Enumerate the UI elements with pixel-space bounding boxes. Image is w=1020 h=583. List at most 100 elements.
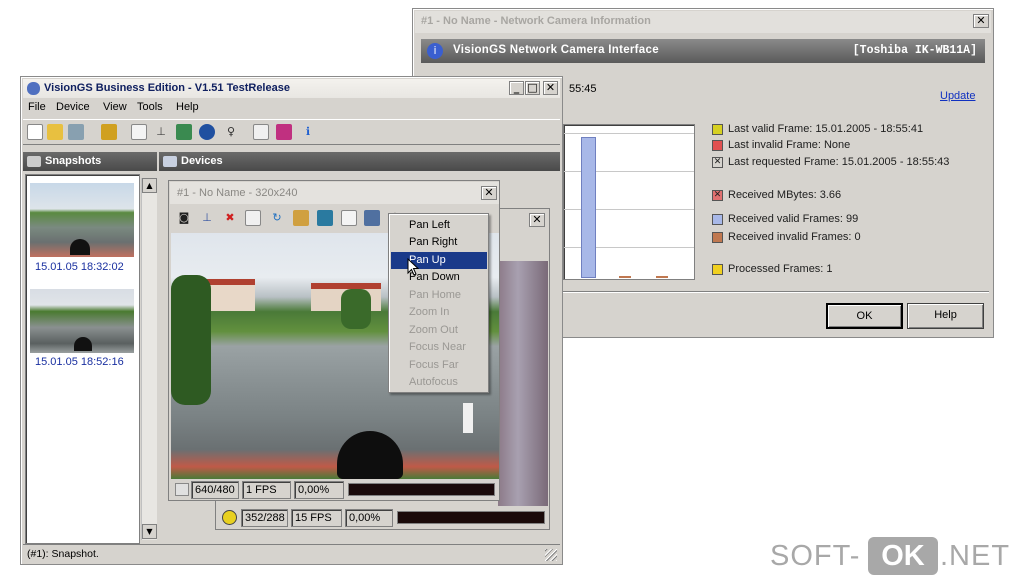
close-icon[interactable]: ✕ (481, 186, 497, 200)
delete-icon[interactable]: ✖ (222, 210, 238, 226)
invalid-frames-bar (619, 276, 631, 278)
menu-focus-far: Focus Far (409, 359, 459, 371)
camera-model: [Toshiba IK-WB11A] (852, 44, 977, 57)
main-titlebar[interactable]: VisionGS Business Edition - V1.51 TestRe… (23, 79, 560, 98)
menu-zoom-out: Zoom Out (409, 324, 458, 336)
mouse-cursor-icon (407, 258, 419, 276)
percent-readout: 0,00% (345, 509, 393, 527)
info-icon[interactable]: ℹ (300, 124, 316, 140)
menu-pan-down[interactable]: Pan Down (389, 269, 487, 286)
menu-autofocus: Autofocus (409, 376, 458, 388)
scroll-up-icon[interactable]: ▲ (142, 178, 157, 193)
ptz-context-menu: Pan Left Pan Right Pan Up Pan Down Pan H… (388, 213, 489, 393)
report-icon[interactable] (253, 124, 269, 140)
frame-chart (563, 124, 695, 280)
watermark-left: SOFT- (770, 540, 861, 572)
resolution-readout: 352/288 (241, 509, 288, 527)
snapshots-scrollbar[interactable]: ▲ ▼ (141, 178, 157, 540)
main-toolbar: ⊥ ♀ ℹ (23, 119, 560, 145)
eraser-icon[interactable] (276, 124, 292, 140)
crossed-red-swatch-icon: ✕ (712, 190, 723, 201)
camera-title: #1 - No Name - 320x240 (177, 187, 298, 199)
menu-pan-up[interactable]: Pan Up (391, 252, 487, 269)
menu-view[interactable]: View (103, 101, 127, 113)
speech-icon[interactable]: ♀ (223, 124, 239, 140)
crossed-swatch-icon: ✕ (712, 157, 723, 168)
status-text: (#1): Snapshot. (27, 548, 99, 560)
snapshot-thumbnail[interactable] (30, 289, 134, 353)
resolution-readout: 640/480 (191, 481, 239, 499)
main-title: VisionGS Business Edition - V1.51 TestRe… (44, 82, 290, 94)
second-camera-feed (498, 261, 548, 506)
page-icon[interactable] (131, 124, 147, 140)
red-swatch-icon (712, 140, 723, 151)
interface-name: VisionGS Network Camera Interface (453, 44, 659, 56)
update-link[interactable]: Update (940, 90, 975, 102)
main-status-bar: (#1): Snapshot. (23, 544, 560, 563)
device-icon[interactable] (101, 124, 117, 140)
camera-icon (27, 156, 41, 167)
copy-icon[interactable] (245, 210, 261, 226)
menu-tools[interactable]: Tools (137, 101, 163, 113)
menu-file[interactable]: File (28, 101, 46, 113)
gold-swatch-icon (712, 264, 723, 275)
menu-zoom-in: Zoom In (409, 306, 450, 318)
menu-focus-near: Focus Near (409, 341, 466, 353)
new-file-icon[interactable] (27, 124, 43, 140)
devices-title: Devices (181, 155, 223, 167)
tools-icon[interactable] (68, 124, 84, 140)
camera-info-titlebar[interactable]: #1 - No Name - Network Camera Informatio… (415, 11, 991, 33)
camera-icon[interactable]: ◙ (176, 210, 192, 226)
camera-info-title: #1 - No Name - Network Camera Informatio… (421, 15, 651, 27)
app-logo-icon (27, 82, 40, 95)
scroll-down-icon[interactable]: ▼ (142, 524, 157, 539)
camera-dome-icon (70, 239, 90, 255)
close-icon[interactable]: ✕ (529, 213, 545, 227)
antenna-icon[interactable]: ⊥ (153, 124, 169, 140)
menu-device[interactable]: Device (56, 101, 90, 113)
fps-readout: 15 FPS (291, 509, 342, 527)
close-icon[interactable]: ✕ (973, 14, 989, 28)
globe-icon[interactable] (199, 124, 215, 140)
refresh-icon[interactable]: ↻ (269, 210, 285, 226)
progress-bar (348, 483, 495, 496)
info-icon: i (427, 43, 443, 59)
resize-grip-icon[interactable] (545, 549, 557, 561)
progress-bar (397, 511, 545, 524)
camera-status-bar: 640/480 1 FPS 0,00% (170, 480, 499, 500)
blue-swatch-icon (712, 214, 723, 225)
signal-icon (175, 483, 189, 496)
snapshot-timestamp: 15.01.05 18:52:16 (35, 356, 124, 368)
snapshot-timestamp: 15.01.05 18:32:02 (35, 261, 124, 273)
watermark-badge: OK (868, 537, 938, 575)
snapshot-thumbnail[interactable] (30, 183, 134, 257)
camera-icon[interactable] (176, 124, 192, 140)
help-button[interactable]: Help (907, 303, 984, 329)
camera-interface-header: i VisionGS Network Camera Interface [Tos… (421, 39, 985, 63)
camera-dome-icon (337, 431, 403, 479)
menu-bar: File Device View Tools Help (23, 99, 560, 117)
valid-frames-bar (581, 137, 596, 278)
lamp-post-icon (463, 403, 473, 433)
close-icon[interactable]: ✕ (543, 81, 558, 95)
ok-button[interactable]: OK (826, 303, 903, 329)
menu-help[interactable]: Help (176, 101, 199, 113)
snapshots-list: 15.01.05 18:32:02 15.01.05 18:52:16 (25, 174, 140, 544)
minimize-icon[interactable]: _ (509, 81, 524, 95)
fps-readout: 1 FPS (242, 481, 291, 499)
camera-titlebar[interactable]: #1 - No Name - 320x240 ✕ (170, 182, 499, 204)
yellow-swatch-icon (712, 124, 723, 135)
brown-swatch-icon (712, 232, 723, 243)
upload-icon[interactable]: ⊥ (199, 210, 215, 226)
network-status-icon (222, 510, 237, 525)
menu-pan-right[interactable]: Pan Right (389, 234, 487, 251)
watermark: SOFT- OK .NET (770, 537, 1010, 577)
maximize-icon[interactable]: □ (525, 81, 540, 95)
network-icon[interactable] (364, 210, 380, 226)
open-folder-icon[interactable] (47, 124, 63, 140)
page-icon[interactable] (341, 210, 357, 226)
image-icon[interactable] (317, 210, 333, 226)
devices-icon (163, 156, 177, 167)
tools-icon[interactable] (293, 210, 309, 226)
menu-pan-left[interactable]: Pan Left (389, 217, 487, 234)
